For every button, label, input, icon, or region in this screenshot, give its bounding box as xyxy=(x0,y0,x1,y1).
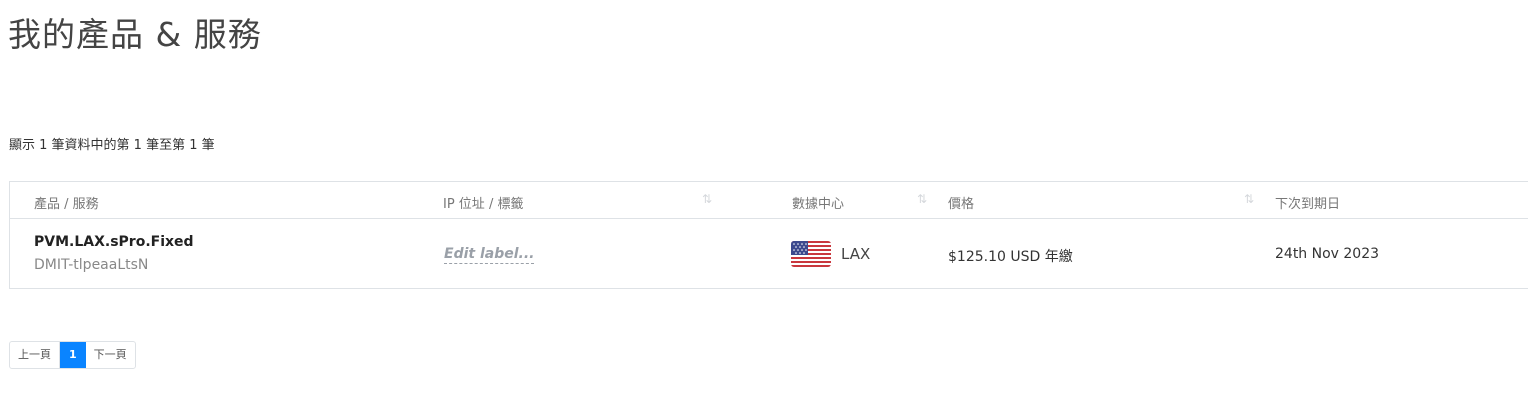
column-header-price[interactable]: 價格 xyxy=(948,193,974,212)
us-flag-icon xyxy=(791,241,831,267)
edit-label-link[interactable]: Edit label... xyxy=(444,246,535,264)
column-header-product[interactable]: 產品 / 服務 xyxy=(34,193,99,212)
column-header-due-date[interactable]: 下次到期日 xyxy=(1275,193,1340,212)
prev-page-button[interactable]: 上一頁 xyxy=(10,342,60,368)
column-header-datacenter[interactable]: 數據中心 xyxy=(792,193,844,212)
services-table: 產品 / 服務 IP 位址 / 標籤 ⇅ 數據中心 ⇅ 價格 ⇅ 下次到期日 P… xyxy=(9,181,1528,289)
price: $125.10 USD 年繳 xyxy=(948,249,1073,265)
sort-icon[interactable]: ⇅ xyxy=(917,192,927,206)
page-title: 我的產品 & 服務 xyxy=(8,15,262,54)
pagination: 上一頁 1 下一頁 xyxy=(9,341,136,369)
due-date: 24th Nov 2023 xyxy=(1275,246,1380,262)
sort-icon[interactable]: ⇅ xyxy=(1244,192,1254,206)
column-header-ip[interactable]: IP 位址 / 標籤 xyxy=(443,193,523,212)
table-info: 顯示 1 筆資料中的第 1 筆至第 1 筆 xyxy=(9,138,215,153)
service-id: DMIT-tlpeaaLtsN xyxy=(34,257,149,273)
page-1-button[interactable]: 1 xyxy=(60,342,86,368)
next-page-button[interactable]: 下一頁 xyxy=(86,342,135,368)
product-name[interactable]: PVM.LAX.sPro.Fixed xyxy=(34,234,194,250)
datacenter-code: LAX xyxy=(841,245,871,263)
table-header: 產品 / 服務 IP 位址 / 標籤 ⇅ 數據中心 ⇅ 價格 ⇅ 下次到期日 xyxy=(10,182,1528,219)
sort-icon[interactable]: ⇅ xyxy=(702,192,712,206)
table-row[interactable]: PVM.LAX.sPro.Fixed DMIT-tlpeaaLtsN Edit … xyxy=(10,219,1528,289)
